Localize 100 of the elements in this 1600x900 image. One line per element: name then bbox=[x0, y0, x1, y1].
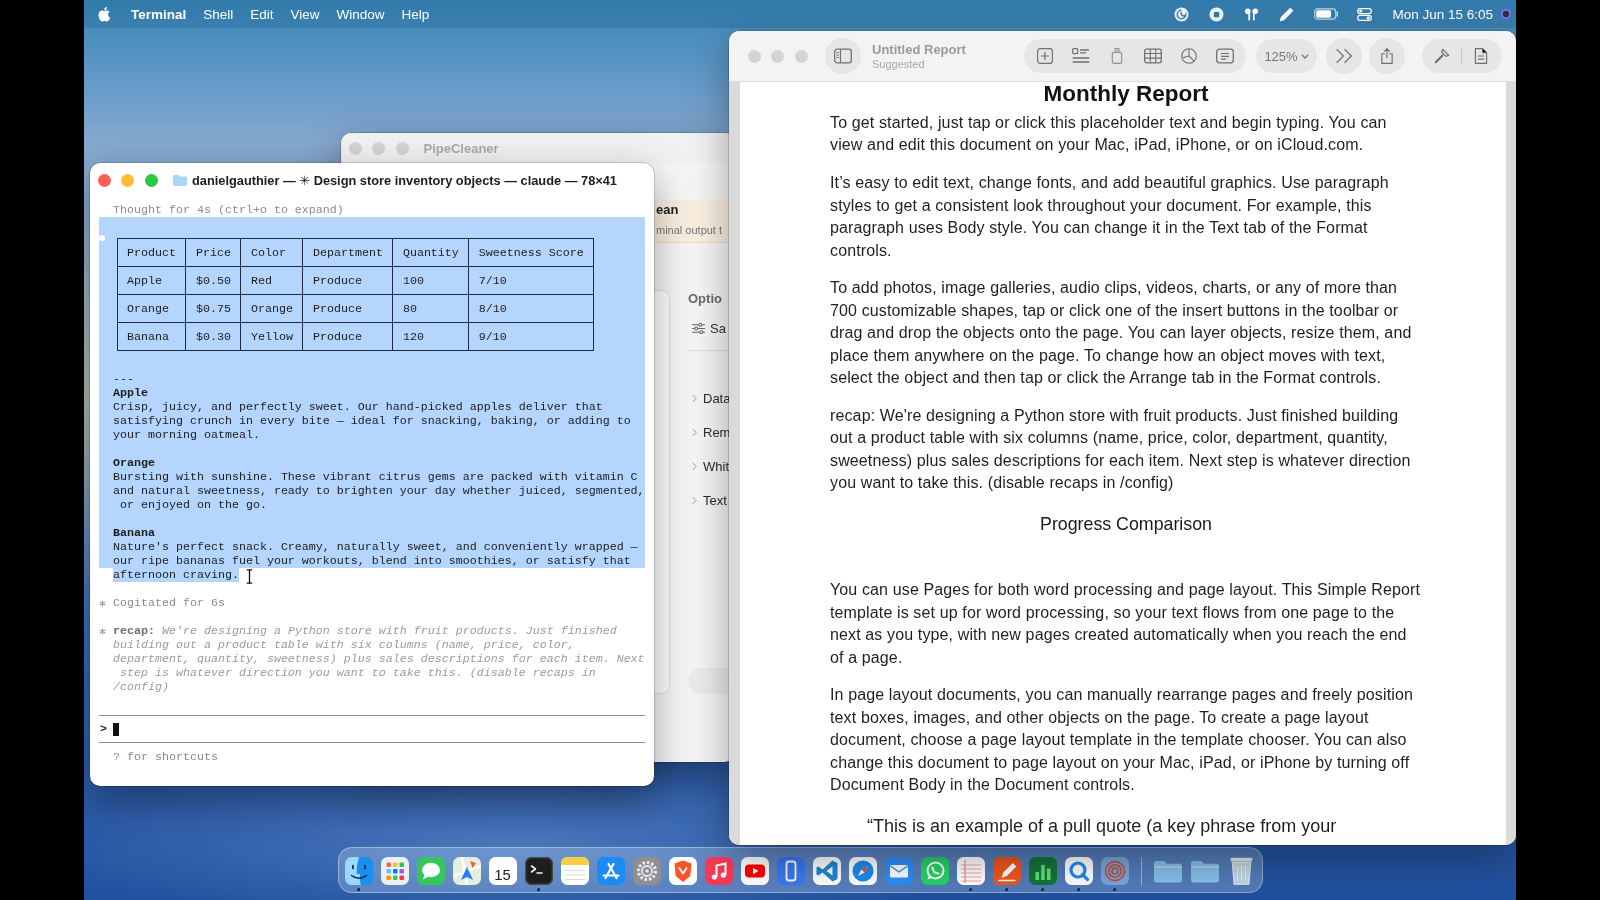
section-heading: Optio bbox=[688, 290, 722, 307]
body-paragraph: To add photos, image galleries, audio clips, videos, charts, or any of more than 700 customizable shapes, tap or click one of the insert buttons in the toolbar or drag and drop the objects onto the page. You can layer objects, resize them, and place them anywhere on the page. To change how an object moves with text, select the object and then tap or click the Arrange tab in the Format controls. bbox=[830, 278, 1413, 389]
section-heading: Progress Comparison bbox=[1039, 513, 1213, 536]
prompt-symbol: > bbox=[100, 722, 107, 736]
shield-icon[interactable] bbox=[668, 857, 697, 885]
rule-text: --- bbox=[113, 372, 134, 386]
smiling-face-icon[interactable] bbox=[344, 857, 373, 885]
menu-item[interactable]: View bbox=[290, 6, 320, 22]
product-description: Nature's perfect snack. Creamy, naturally sweet, and conveniently wrapped — our ripe bananas fuel your workouts, blend into smoothies, or satisfy that afternoon craving. bbox=[113, 540, 639, 582]
folder-icon[interactable] bbox=[1153, 860, 1182, 883]
pie-chart-icon[interactable] bbox=[1180, 48, 1198, 64]
table-header-cell: Price bbox=[185, 238, 241, 267]
table-header-cell: Sweetness Score bbox=[468, 238, 594, 267]
table-cell: 120 bbox=[392, 322, 469, 351]
menu-item[interactable]: Window bbox=[336, 6, 385, 22]
phone-bubble-icon[interactable] bbox=[920, 857, 949, 885]
setting-label[interactable]: Sa bbox=[710, 321, 726, 336]
menu-item[interactable]: Help bbox=[401, 6, 430, 22]
table-cell: Orange bbox=[240, 294, 303, 323]
zoom-button[interactable]: 125% bbox=[1256, 39, 1317, 73]
app-grid-icon[interactable] bbox=[380, 857, 409, 885]
sliders-icon bbox=[692, 323, 705, 334]
more-button[interactable] bbox=[1326, 38, 1362, 74]
body-paragraph: In page layout documents, you can manually rearrange pages and freely position text boxes, images, and other objects on the page. To create a page layout document, choose a page layout template in the template chooser. You can also change this document to page layout on your Mac, iPad, or iPhone by turning off Document Body in the Document controls. bbox=[830, 685, 1414, 796]
earbuds-icon[interactable] bbox=[1244, 6, 1260, 22]
table-cell: Produce bbox=[302, 322, 393, 351]
disclosure-label[interactable]: Data bbox=[703, 391, 731, 406]
calendar-icon[interactable]: 15 bbox=[488, 857, 517, 885]
recap-text: recap: We're designing a Python store with fruit products. Just finished building out a product table with six columns (name, price, color, department, quantity, sweetness) plus sales descriptions for each item. Next step is whatever direction you want to take this. (disable recaps in /config) bbox=[113, 624, 645, 694]
play-button-icon[interactable] bbox=[740, 857, 769, 885]
table-cell: $0.50 bbox=[185, 266, 241, 295]
document-heading: Monthly Report bbox=[1042, 82, 1210, 106]
sidebar-button[interactable] bbox=[825, 38, 861, 74]
menu-item[interactable]: Edit bbox=[250, 6, 274, 22]
disclosure-label[interactable]: Rem bbox=[703, 425, 731, 440]
double-chevron-icon bbox=[1335, 48, 1353, 64]
paintbrush-icon[interactable] bbox=[1433, 48, 1451, 64]
bar-chart-icon[interactable] bbox=[1028, 857, 1057, 885]
phone-outline-icon[interactable] bbox=[776, 857, 805, 885]
notepad-icon[interactable] bbox=[560, 857, 589, 885]
apple-icon[interactable] bbox=[98, 6, 111, 22]
menu-clock[interactable]: Mon Jun 15 6:05 bbox=[1392, 6, 1493, 22]
status-circle-icon[interactable] bbox=[1501, 9, 1511, 19]
table-cell: 80 bbox=[392, 294, 469, 323]
menu-item[interactable]: Terminal bbox=[131, 6, 187, 22]
music-note-icon[interactable] bbox=[704, 857, 733, 885]
checklist-icon[interactable] bbox=[1072, 48, 1090, 64]
table-icon[interactable] bbox=[1144, 48, 1162, 64]
text-cursor-icon bbox=[113, 722, 119, 736]
document-icon[interactable] bbox=[1472, 48, 1490, 64]
disclosure-label[interactable]: Whit bbox=[703, 459, 729, 474]
compass-icon[interactable] bbox=[848, 857, 877, 885]
toggles-icon[interactable] bbox=[1357, 6, 1373, 22]
magnifier-icon[interactable] bbox=[1064, 857, 1093, 885]
pen-icon[interactable] bbox=[992, 857, 1021, 885]
folder-icon[interactable] bbox=[1190, 860, 1219, 883]
table-header-cell: Department bbox=[302, 238, 393, 267]
prompt-input[interactable]: > bbox=[99, 715, 645, 743]
product-description: Bursting with sunshine. These vibrant citrus gems are packed with vitamin C and natural sweetness, ready to brighten your day whether juiced, segmented, or enjoyed on the go. bbox=[113, 470, 645, 512]
table-cell: Produce bbox=[302, 294, 393, 323]
lined-paper-icon[interactable] bbox=[956, 857, 985, 885]
chevron-right-icon bbox=[692, 428, 697, 437]
document-title[interactable]: Untitled Report bbox=[872, 41, 966, 58]
table-cell: $0.75 bbox=[185, 294, 241, 323]
folder-icon bbox=[173, 174, 187, 186]
pill-button[interactable] bbox=[688, 668, 730, 694]
pull-quote: “This is an example of a pull quote (a key phrase from your bbox=[866, 815, 1338, 839]
ribbon-icon[interactable] bbox=[812, 857, 841, 885]
thinking-status: Thought for 4s (ctrl+o to expand) bbox=[113, 203, 344, 217]
swirl-icon[interactable] bbox=[1174, 6, 1190, 22]
gear-icon[interactable] bbox=[632, 857, 661, 885]
battery-icon[interactable] bbox=[1314, 8, 1340, 20]
trash-icon[interactable] bbox=[1230, 857, 1253, 885]
asterisk-icon bbox=[99, 627, 106, 635]
sidebar-icon bbox=[834, 48, 852, 64]
text-box-icon[interactable] bbox=[1216, 48, 1234, 64]
zoom-button[interactable] bbox=[144, 173, 158, 187]
speech-bubble-icon[interactable] bbox=[416, 857, 445, 885]
window-title: PipeCleaner bbox=[423, 140, 499, 156]
table-cell: Banana bbox=[117, 322, 186, 351]
map-icon[interactable] bbox=[452, 857, 481, 885]
product-name: Orange bbox=[113, 456, 156, 470]
disclosure-label[interactable]: Text bbox=[703, 493, 727, 508]
stop-circle-icon[interactable] bbox=[1209, 6, 1225, 22]
body-paragraph: recap: We're designing a Python store with fruit products. Just finished building out a product table with six columns (name, price, color, department, quantity, sweetness) plus sales descriptions for each item. Next step is whatever direction you want to take this. (disable recaps in /config) bbox=[830, 405, 1412, 494]
product-description: Crisp, juicy, and perfectly sweet. Our hand-picked apples deliver that satisfying crunch in every bite — ideal for snacking, baking, or adding to your morning oatmeal. bbox=[113, 400, 632, 442]
target-icon[interactable] bbox=[1100, 857, 1129, 885]
table-cell: 7/10 bbox=[468, 266, 594, 295]
pencil-icon[interactable] bbox=[1279, 6, 1295, 22]
close-button[interactable] bbox=[97, 173, 111, 187]
crossed-sticks-icon[interactable] bbox=[596, 857, 625, 885]
product-name: Banana bbox=[113, 526, 156, 540]
envelope-icon[interactable] bbox=[884, 857, 913, 885]
i-beam-cursor-icon bbox=[246, 569, 253, 584]
chevron-right-icon bbox=[692, 462, 697, 471]
table-cell: Orange bbox=[117, 294, 186, 323]
terminal-icon[interactable] bbox=[524, 857, 553, 885]
menu-item[interactable]: Shell bbox=[203, 6, 234, 22]
share-button[interactable] bbox=[1369, 38, 1405, 74]
plus-square-icon[interactable] bbox=[1036, 48, 1054, 64]
